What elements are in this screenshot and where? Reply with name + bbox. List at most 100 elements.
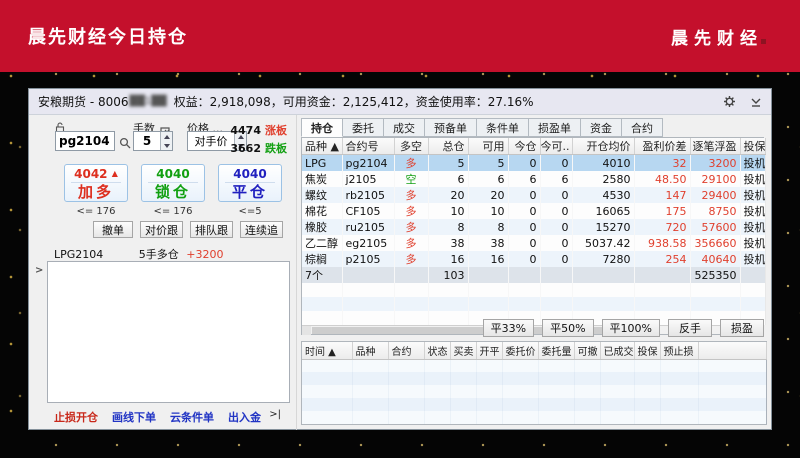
footer-link-2[interactable]: 画线下单 <box>112 409 156 425</box>
column-header[interactable]: 盈利价差 <box>634 138 691 155</box>
banner-title: 晨先财经今日持仓 <box>28 27 188 48</box>
orders-header-row: 时间 ▲ 品种 合约 状态 买卖 开平 委托价 委托量 可撤 已成交 投保 预止损 <box>302 342 767 360</box>
action-button-5[interactable]: 损盈 <box>720 319 764 337</box>
positions-header: 品种 ▲ 合约号 多空 总仓 可用 今仓 今可.. 开仓均价 盈利价差 逐笔浮盈 投保 <box>302 138 766 155</box>
scroll-left-icon[interactable] <box>302 326 311 335</box>
column-header[interactable]: 今可.. <box>540 138 573 155</box>
settings-gear-icon[interactable] <box>723 95 736 108</box>
quick-button-2[interactable]: 对价跟 <box>140 221 183 238</box>
column-header[interactable]: 逐笔浮盈 <box>690 138 741 155</box>
position-row[interactable]: 焦炭 j2105 空 6 6 6 6 2580 48.50 29100 投机 <box>302 171 765 187</box>
column-header[interactable]: 状态 <box>424 342 451 360</box>
position-row[interactable]: 棕榈 p2105 多 16 16 0 0 7280 254 40640 投机 <box>302 251 765 267</box>
lots-down-icon[interactable] <box>161 141 172 150</box>
footer-link-4[interactable]: 出入金 <box>228 409 261 425</box>
tab-8[interactable]: 合约 <box>622 118 663 137</box>
column-header[interactable]: 今仓 <box>508 138 541 155</box>
footer-link-1[interactable]: 止损开仓 <box>54 409 98 425</box>
trading-window: 安粮期货 - 8006 ██1██ 权益：2,918,098，可用资金：2,125… <box>28 88 772 430</box>
lock-button[interactable]: 4040 锁仓 <box>141 164 205 202</box>
column-header[interactable]: 多空 <box>394 138 429 155</box>
position-row[interactable]: LPG pg2104 多 5 5 0 0 4010 32 3200 投机 <box>302 154 765 171</box>
lots-stepper[interactable]: 5 <box>133 131 173 151</box>
search-icon[interactable] <box>119 134 131 153</box>
position-row[interactable]: 乙二醇 eg2105 多 38 38 0 0 5037.42 938.58 356660 投机 <box>302 235 765 251</box>
positions-table: 品种 ▲ 合约号 多空 总仓 可用 今仓 今可.. 开仓均价 盈利价差 逐笔浮盈 投保 LPG pg2… <box>302 138 766 325</box>
column-header[interactable]: 总仓 <box>428 138 469 155</box>
tab-bar: 持仓 委托 成交 预备单 条件单 损盈单 资金 合约 <box>301 118 663 137</box>
positions-body: LPG pg2104 多 5 5 0 0 4010 32 3200 投机 焦炭 j2105 空 6 6 6 6 25… <box>302 154 765 325</box>
position-desc: 5手多仓 <box>138 248 179 261</box>
column-header[interactable]: 可用 <box>468 138 509 155</box>
position-row[interactable]: 棉花 CF105 多 10 10 0 0 16065 175 8750 投机 <box>302 203 765 219</box>
close-button[interactable]: 4040 平仓 <box>218 164 282 202</box>
orders-table-wrap: 时间 ▲ 品种 合约 状态 买卖 开平 委托价 委托量 可撤 已成交 投保 预止损 <box>301 341 767 425</box>
column-header[interactable]: 开平 <box>476 342 503 360</box>
position-row[interactable]: 螺纹 rb2105 多 20 20 0 0 4530 147 29400 投机 <box>302 187 765 203</box>
column-header[interactable]: 预止损 <box>660 342 699 360</box>
account-stats: 权益：2,918,098，可用资金：2,125,412，资金使用率：27.16% <box>173 95 534 109</box>
window-title: 安粮期货 - 8006 <box>38 95 129 109</box>
column-header[interactable]: 买卖 <box>450 342 477 360</box>
column-header[interactable]: 委托价 <box>502 342 539 360</box>
positions-table-wrap: 品种 ▲ 合约号 多空 总仓 可用 今仓 今可.. 开仓均价 盈利价差 逐笔浮盈 投保 LPG pg2… <box>301 137 766 335</box>
empty-row <box>302 283 765 297</box>
empty-row <box>302 372 767 385</box>
close-hint: <=5 <box>238 206 262 217</box>
tab-7[interactable]: 资金 <box>581 118 622 137</box>
column-header[interactable]: 合约 <box>388 342 425 360</box>
window-titlebar: 安粮期货 - 8006 ██1██ 权益：2,918,098，可用资金：2,125… <box>29 89 771 115</box>
tab-6[interactable]: 损盈单 <box>529 118 581 137</box>
footer-link-3[interactable]: 云条件单 <box>170 409 214 425</box>
action-button-1[interactable]: 平33% <box>482 319 535 337</box>
buy-price: 4042 ▲ <box>71 166 121 183</box>
column-header[interactable]: 可撤 <box>574 342 601 360</box>
quick-button-1[interactable]: 撤单 <box>93 221 133 238</box>
positions-header-row: 品种 ▲ 合约号 多空 总仓 可用 今仓 今可.. 开仓均价 盈利价差 逐笔浮盈 投保 <box>302 138 766 155</box>
buy-hint: <= 176 <box>76 206 116 217</box>
lock-hint: <= 176 <box>153 206 193 217</box>
collapse-chevron-icon[interactable]: > <box>35 265 43 276</box>
tab-3[interactable]: 成交 <box>384 118 425 137</box>
column-header[interactable]: 开仓均价 <box>572 138 635 155</box>
orders-table: 时间 ▲ 品种 合约 状态 买卖 开平 委托价 委托量 可撤 已成交 投保 预止损 <box>302 342 767 424</box>
column-header[interactable]: 已成交 <box>600 342 635 360</box>
close-price: 4040 <box>225 166 275 183</box>
orders-header: 时间 ▲ 品种 合约 状态 买卖 开平 委托价 委托量 可撤 已成交 投保 预止损 <box>302 342 767 360</box>
lots-up-icon[interactable] <box>161 132 172 141</box>
orders-body <box>302 359 767 424</box>
empty-row <box>302 385 767 398</box>
buy-long-button[interactable]: 4042 ▲ 加多 <box>64 164 128 202</box>
action-button-2[interactable]: 平50% <box>542 319 594 337</box>
close-label: 平仓 <box>231 183 268 201</box>
limit-up: 4474 涨板 <box>230 124 287 137</box>
action-button-4[interactable]: 反手 <box>668 319 712 337</box>
column-header[interactable]: 时间 ▲ <box>302 342 353 360</box>
limit-down-label: 跌板 <box>265 142 287 155</box>
quick-button-3[interactable]: 排队跟 <box>190 221 233 238</box>
order-list-box[interactable] <box>47 261 290 403</box>
minimize-icon[interactable] <box>750 96 762 108</box>
column-header[interactable]: 投保 <box>740 138 766 155</box>
tab-5[interactable]: 条件单 <box>477 118 529 137</box>
column-header[interactable]: 投保 <box>634 342 661 360</box>
position-summary-line: LPG2104 5手多仓 +3200 <box>54 246 284 262</box>
jump-end-icon[interactable]: >| <box>269 409 281 420</box>
empty-row <box>302 359 767 372</box>
column-header[interactable]: 委托量 <box>538 342 575 360</box>
column-header[interactable]: 合约号 <box>342 138 395 155</box>
column-header[interactable]: 品种 <box>352 342 389 360</box>
position-row[interactable]: 橡胶 ru2105 多 8 8 0 0 15270 720 57600 投机 <box>302 219 765 235</box>
contract-input[interactable] <box>55 131 115 151</box>
tab-1[interactable]: 持仓 <box>301 118 343 137</box>
column-header[interactable]: 品种 ▲ <box>302 138 343 155</box>
tab-2[interactable]: 委托 <box>343 118 384 137</box>
limit-down: 3662 跌板 <box>230 142 287 155</box>
quick-button-4[interactable]: 连续追 <box>240 221 283 238</box>
action-button-3[interactable]: 平100% <box>601 319 660 337</box>
position-pnl: +3200 <box>186 248 224 261</box>
screen: 晨先财经今日持仓 晨先财经 安粮期货 - 8006 ██1██ 权益：2,918,… <box>0 0 800 458</box>
action-button-row: 平33% 平50% 平100% 反手 损盈 <box>482 319 764 337</box>
tab-4[interactable]: 预备单 <box>425 118 477 137</box>
lock-price: 4040 <box>148 166 198 183</box>
